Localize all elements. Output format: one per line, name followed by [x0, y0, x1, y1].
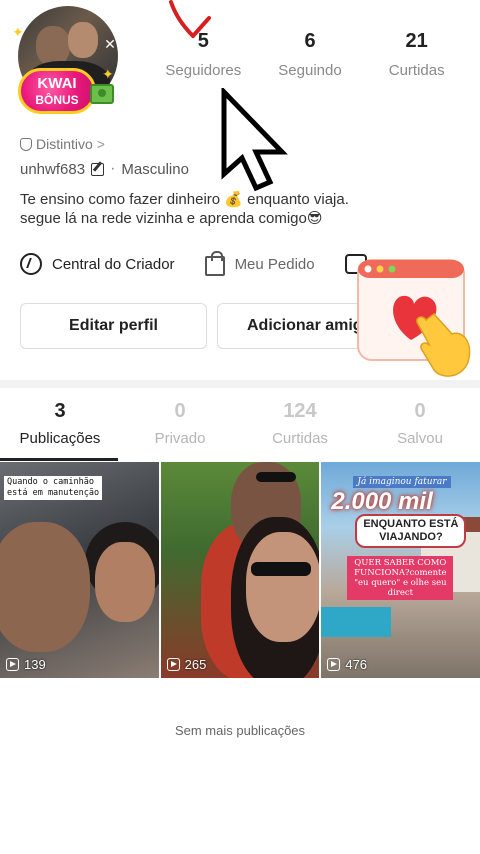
play-count: 139: [6, 657, 46, 672]
stat-seguidores[interactable]: 5 Seguidores: [150, 30, 257, 79]
shield-icon: [20, 137, 32, 151]
stat-value: 5: [197, 30, 209, 52]
tab-label: Curtidas: [272, 430, 328, 447]
play-count-value: 139: [24, 657, 46, 672]
creator-center-icon: [20, 253, 42, 275]
edit-profile-button[interactable]: Editar perfil: [20, 303, 207, 349]
central-label: Central do Criador: [52, 255, 175, 273]
heart-browser-sticker: [357, 259, 471, 377]
tab-publicacoes[interactable]: 3 Publicações: [0, 400, 120, 447]
tab-salvou[interactable]: 0 Salvou: [360, 400, 480, 447]
post-caption: Quando o caminhão está em manutenção: [4, 476, 103, 500]
tab-count: 0: [414, 400, 426, 422]
money-icon: [90, 84, 114, 104]
post-thumbnail[interactable]: Quando o caminhão está em manutenção 139: [0, 462, 159, 678]
stat-label: Seguindo: [278, 62, 342, 79]
post-text: 2.000 mil: [331, 488, 433, 515]
tab-privado[interactable]: 0 Privado: [120, 400, 240, 447]
avatar[interactable]: ✕ ✦ ✦ KWAI BÔNUS: [12, 6, 124, 114]
kwai-badge-title: KWAI: [37, 75, 77, 92]
play-icon: [327, 658, 341, 671]
play-count: 476: [327, 657, 367, 672]
stat-seguindo[interactable]: 6 Seguindo: [257, 30, 364, 79]
stat-curtidas[interactable]: 21 Curtidas: [363, 30, 470, 79]
play-count-value: 476: [345, 657, 368, 672]
stat-value: 21: [405, 30, 428, 52]
pedido-label: Meu Pedido: [234, 255, 315, 273]
profile-tabs: 3 Publicações 0 Privado 124 Curtidas 0 S…: [0, 400, 480, 447]
caption-line: Quando o caminhão: [7, 477, 94, 487]
tab-curtidas[interactable]: 124 Curtidas: [240, 400, 360, 447]
shopping-bag-icon: [204, 251, 225, 276]
post-text-bubble: ENQUANTO ESTÁ VIAJANDO?: [355, 514, 467, 548]
play-icon: [166, 658, 180, 671]
profile-bio: Te ensino como fazer dinheiro 💰 enquanto…: [20, 190, 420, 228]
mouse-cursor-icon: [221, 88, 288, 192]
bio-line: segue lá na rede vizinha e aprenda comig…: [20, 210, 323, 227]
sparkle-icon: ✦: [12, 24, 24, 40]
tab-label: Publicações: [19, 430, 101, 447]
kwai-badge-subtitle: BÔNUS: [35, 93, 79, 107]
section-divider: [0, 380, 480, 388]
post-thumbnail[interactable]: Já imaginou faturar 2.000 mil ENQUANTO E…: [321, 462, 480, 678]
stat-label: Curtidas: [388, 62, 445, 79]
tab-count: 0: [174, 400, 186, 422]
tab-count: 3: [54, 400, 66, 422]
sparkle-icon: ✦: [102, 66, 114, 82]
post-text: QUER SABER COMO FUNCIONA?comente "eu que…: [347, 556, 454, 600]
post-text: ENQUANTO ESTÁ: [363, 518, 459, 530]
play-count: 265: [166, 657, 207, 672]
stat-label: Seguidores: [165, 62, 242, 79]
tab-count: 124: [283, 400, 317, 422]
meu-pedido-button[interactable]: Meu Pedido: [204, 251, 315, 276]
play-icon: [6, 658, 19, 671]
stat-value: 6: [304, 30, 316, 52]
kwai-bonus-badge[interactable]: KWAI BÔNUS: [18, 68, 96, 114]
caption-line: está em manutenção: [7, 488, 100, 498]
post-text: VIAJANDO?: [379, 531, 443, 543]
close-icon[interactable]: ✕: [102, 36, 118, 52]
distintivo-label: Distintivo: [36, 136, 93, 152]
username: unhwf683: [20, 160, 86, 178]
play-count-value: 265: [184, 657, 207, 672]
posts-grid: Quando o caminhão está em manutenção 139…: [0, 462, 480, 678]
user-id-row: unhwf683 · Masculino: [20, 160, 189, 178]
chevron-right-icon: >: [96, 136, 105, 152]
profile-stats: 5 Seguidores 6 Seguindo 21 Curtidas: [150, 30, 470, 79]
central-do-criador-button[interactable]: Central do Criador: [20, 253, 175, 275]
post-thumbnail[interactable]: 265: [160, 462, 320, 678]
distintivo-link[interactable]: Distintivo >: [20, 136, 105, 152]
post-text: Já imaginou faturar: [353, 476, 451, 488]
bio-line: Te ensino como fazer dinheiro 💰 enquanto…: [20, 191, 349, 208]
tab-label: Salvou: [397, 430, 443, 447]
tab-label: Privado: [154, 430, 206, 447]
active-tab-indicator: [0, 458, 118, 461]
edit-icon[interactable]: [91, 162, 105, 176]
separator-dot: ·: [110, 160, 116, 177]
no-more-posts-label: Sem mais publicações: [174, 723, 306, 738]
gender-label: Masculino: [121, 160, 189, 178]
